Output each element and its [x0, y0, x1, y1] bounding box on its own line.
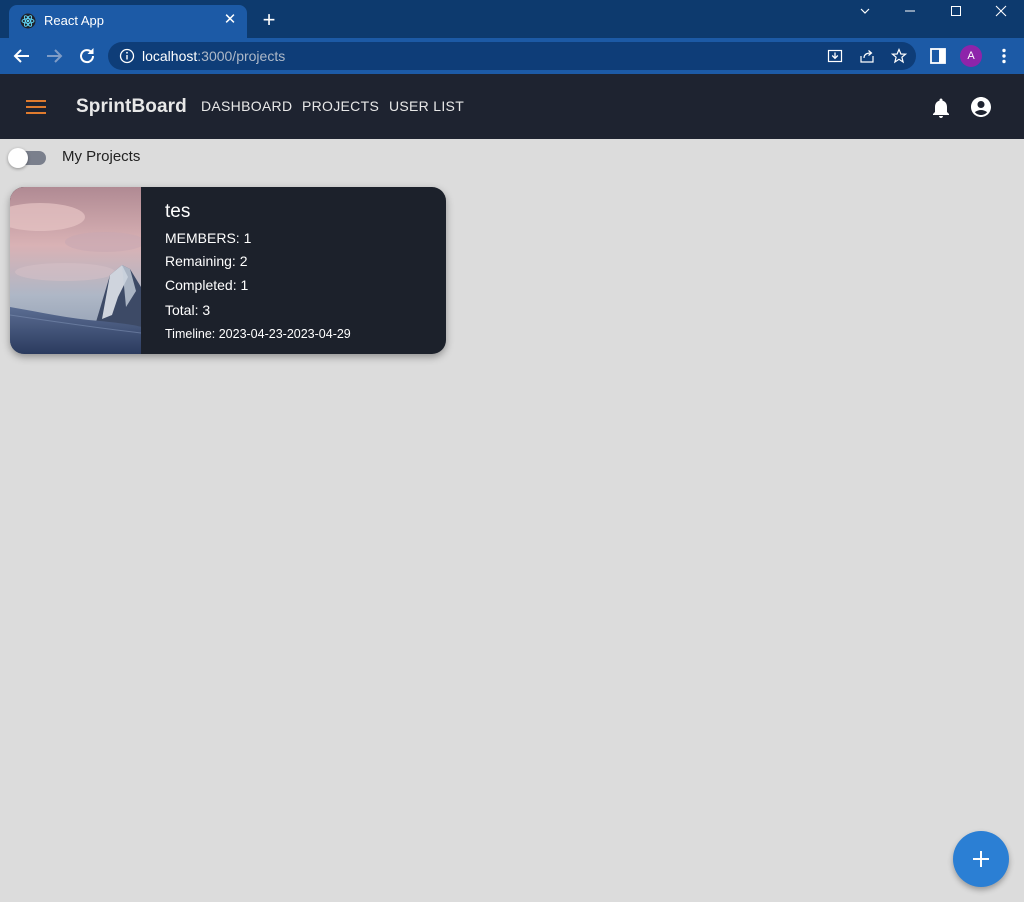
browser-toolbar: localhost:3000/projects	[0, 38, 1024, 74]
project-thumbnail-image	[10, 187, 141, 354]
tab-close-icon[interactable]: ✕	[221, 11, 239, 29]
address-bar[interactable]: localhost:3000/projects	[108, 42, 916, 70]
site-info-icon[interactable]	[119, 48, 135, 64]
project-remaining: Remaining: 2	[165, 253, 248, 269]
add-project-button[interactable]	[953, 831, 1009, 887]
project-card[interactable]: tes MEMBERS: 1 Remaining: 2 Completed: 1…	[10, 187, 446, 354]
bookmark-star-icon[interactable]	[891, 48, 907, 64]
my-projects-switch[interactable]	[8, 148, 48, 168]
my-projects-label: My Projects	[62, 148, 141, 165]
browser-menu-icon[interactable]	[994, 46, 1014, 66]
account-circle-icon[interactable]	[969, 95, 993, 119]
browser-tabstrip: React App ✕ +	[0, 0, 1024, 38]
url-path: :3000/projects	[197, 48, 286, 64]
side-panel-icon[interactable]	[928, 46, 948, 66]
app-header: SprintBoard DASHBOARD PROJECTS USER LIST	[0, 74, 1024, 139]
react-logo-icon	[20, 13, 36, 29]
switch-thumb[interactable]	[8, 148, 28, 168]
share-icon[interactable]	[859, 48, 875, 64]
reload-icon[interactable]	[76, 45, 98, 67]
close-window-icon[interactable]	[978, 0, 1024, 24]
menu-icon[interactable]	[24, 95, 48, 119]
brand-title[interactable]: SprintBoard	[76, 96, 187, 118]
minimize-icon[interactable]	[887, 0, 933, 24]
url-host: localhost	[142, 48, 198, 64]
bell-icon[interactable]	[929, 96, 953, 120]
forward-icon[interactable]	[43, 45, 65, 67]
url-text: localhost:3000/projects	[142, 48, 285, 64]
project-timeline: Timeline: 2023-04-23-2023-04-29	[165, 327, 351, 341]
nav-dashboard[interactable]: DASHBOARD	[201, 98, 292, 114]
nav-projects[interactable]: PROJECTS	[302, 98, 379, 114]
project-total: Total: 3	[165, 302, 211, 318]
profile-avatar[interactable]: A	[960, 45, 982, 67]
maximize-icon[interactable]	[933, 0, 979, 24]
tab-title: React App	[44, 13, 104, 28]
nav-user-list[interactable]: USER LIST	[389, 98, 464, 114]
install-app-icon[interactable]	[827, 48, 843, 64]
browser-tab[interactable]: React App ✕	[9, 5, 247, 38]
back-icon[interactable]	[11, 45, 33, 67]
project-members: MEMBERS: 1	[165, 230, 252, 246]
new-tab-icon[interactable]: +	[258, 9, 280, 31]
project-name: tes	[165, 201, 191, 222]
tab-search-icon[interactable]	[842, 0, 888, 24]
project-completed: Completed: 1	[165, 277, 249, 293]
plus-icon	[973, 851, 989, 867]
